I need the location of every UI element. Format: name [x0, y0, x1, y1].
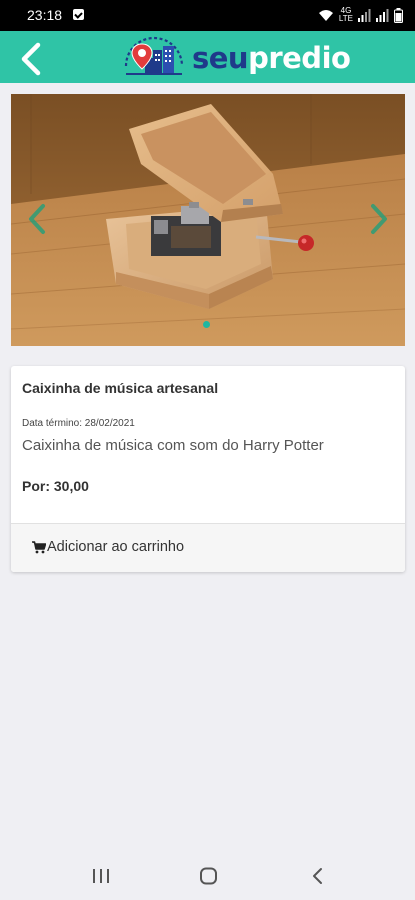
brand-name: seupredio — [192, 41, 351, 75]
status-indicators: 4G LTE — [318, 7, 403, 23]
system-back-button[interactable] — [307, 866, 329, 886]
product-description: Caixinha de música com som do Harry Pott… — [22, 437, 324, 454]
building-location-icon — [124, 36, 184, 75]
back-triangle-icon — [313, 868, 322, 884]
signal-icon — [358, 8, 371, 22]
add-to-cart-label: Adicionar ao carrinho — [47, 539, 185, 555]
notification-check-icon — [73, 9, 84, 20]
recents-button[interactable] — [90, 866, 112, 886]
product-end-date: Data término: 28/02/2021 — [22, 418, 135, 429]
add-to-cart-button[interactable]: Adicionar ao carrinho — [32, 539, 184, 555]
wifi-icon — [318, 9, 333, 21]
network-type: 4G LTE — [339, 7, 353, 23]
app-header: seupredio — [0, 31, 415, 83]
product-photo — [11, 94, 405, 346]
cart-icon — [32, 540, 46, 553]
carousel-indicator-dot[interactable] — [203, 321, 210, 328]
status-time: 23:18 — [27, 7, 63, 23]
product-price: Por: 30,00 — [22, 478, 89, 494]
chevron-left-icon — [29, 204, 45, 234]
lte-label: LTE — [338, 14, 353, 23]
product-image-carousel[interactable] — [11, 94, 405, 346]
carousel-next-button[interactable] — [367, 202, 391, 236]
home-button[interactable] — [198, 866, 220, 886]
product-card: Caixinha de música artesanal Data términ… — [11, 366, 405, 572]
signal-icon-2 — [376, 8, 389, 22]
system-navigation-bar — [0, 852, 415, 900]
battery-icon — [394, 7, 403, 23]
back-button[interactable] — [14, 39, 52, 77]
brand-part1: seu — [192, 41, 249, 75]
card-footer: Adicionar ao carrinho — [11, 523, 405, 572]
recents-icon — [93, 869, 109, 883]
product-title: Caixinha de música artesanal — [22, 380, 219, 396]
chevron-right-icon — [371, 204, 387, 234]
chevron-left-icon — [21, 42, 41, 76]
carousel-prev-button[interactable] — [25, 202, 49, 236]
brand-logo: seupredio — [120, 36, 352, 80]
status-bar: 23:18 4G LTE — [0, 0, 415, 31]
brand-part2: predio — [248, 41, 351, 75]
home-icon — [200, 867, 217, 885]
